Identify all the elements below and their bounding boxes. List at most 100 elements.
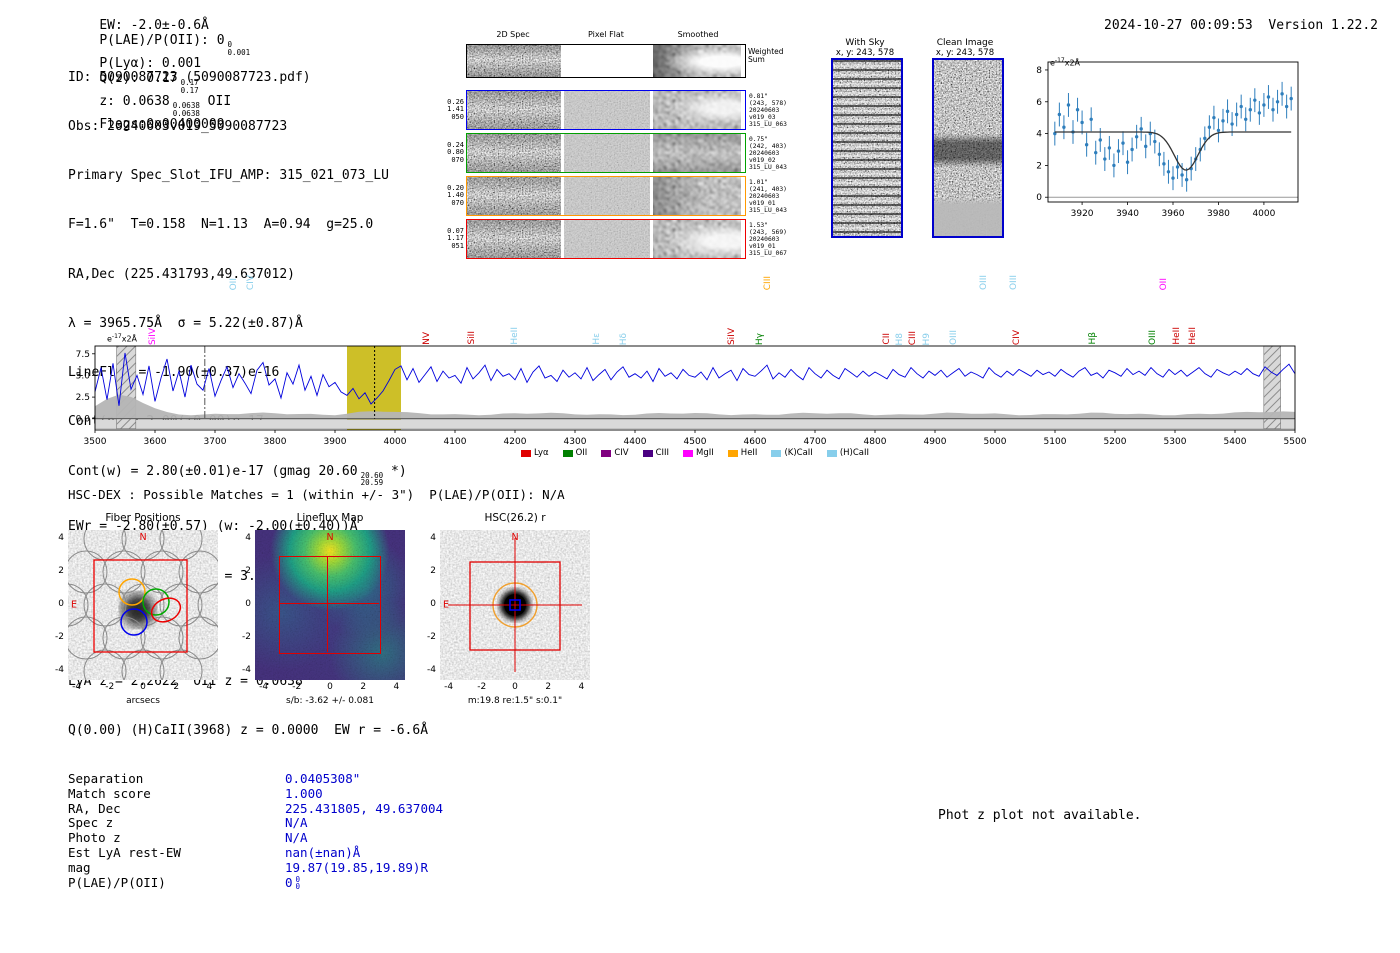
col-header-smoothed: Smoothed	[677, 30, 719, 39]
svg-text:3700: 3700	[204, 437, 227, 447]
svg-text:4700: 4700	[804, 437, 827, 447]
weighted-2dspec-image	[467, 45, 561, 77]
y-tick: 2	[58, 565, 64, 576]
east-indicator: E	[443, 599, 450, 611]
match-label: Photo z	[68, 830, 121, 846]
match-row: Spec z N/A	[68, 816, 443, 831]
spec2d-fiber-rows: 0.26 1.41 050 0.81" (243, 578) 20240603 v019_0…	[441, 90, 787, 262]
fiber-positions-image: N E	[68, 530, 218, 680]
fiber-row-box	[466, 219, 746, 259]
match-value: 0	[285, 874, 293, 890]
unit-rest: x2Å	[1064, 58, 1081, 68]
legend-label: CIII	[655, 448, 670, 458]
match-row: Est LyA rest-EW nan(±nan)Å	[68, 845, 443, 861]
match-value: 1.000	[285, 785, 323, 801]
y-tick: 4	[58, 532, 64, 543]
spectrum-legend: Lyα OII CIV CIII MgII HeII (K)CaII (H)CaII	[95, 448, 1295, 458]
smoothed-overlay	[653, 134, 741, 172]
panel-title: Lineflux Map	[296, 512, 364, 524]
svg-text:3980: 3980	[1207, 209, 1230, 219]
x-tick: 2	[173, 682, 180, 692]
header-timestamp: 2024-10-27 00:09:53 Version 1.22.2	[1073, 3, 1378, 48]
x-tick: -2	[477, 682, 487, 692]
fiber-row-annotation: 1.53" (243, 569) 20240603 v019_01 315_LU_067	[749, 222, 787, 257]
legend-label: (H)CaII	[839, 448, 869, 458]
pixelflat-image	[564, 220, 650, 258]
match-value: N/A	[285, 830, 308, 846]
annotation-line: 1.01"	[749, 178, 768, 186]
info-line-primary: Primary Spec_Slot_IFU_AMP: 315_021_073_L…	[68, 168, 389, 184]
match-row: P(LAE)/P(OII) 0 0 0	[68, 874, 443, 892]
info-line-id: ID: 5090087723 (5090087723.pdf)	[68, 69, 311, 85]
y-tick: 2	[430, 565, 436, 576]
x-tick: -4	[72, 682, 82, 692]
crosshair-vertical	[327, 556, 328, 652]
crosshair-horizontal	[279, 603, 379, 604]
x-tick: 4	[578, 682, 585, 692]
col-header-2dspec: 2D Spec	[496, 30, 530, 39]
svg-text:6: 6	[1036, 98, 1042, 108]
legend-swatch	[642, 449, 653, 457]
clean-image	[932, 58, 1004, 238]
catalog-match-table: Separation 0.0405308" Match score 1.000 RA, …	[68, 771, 443, 892]
y-tick: 2	[245, 565, 251, 576]
svg-text:4100: 4100	[444, 437, 467, 447]
sub: 0	[295, 882, 301, 892]
full-spectrum-plot: 0.0 2.5 5.0 7.5 3500 3600 3700 3800 3900 4000 4100…	[76, 345, 1307, 447]
fiber-positions-panel: Fiber Positions N E -4 -2 0 2 4 -4 -2 0 2 4 arcs…	[48, 512, 238, 717]
y-axis-ticks: -4 -2 0 2 4	[235, 530, 253, 680]
y-tick: -4	[427, 665, 436, 676]
match-label: Spec z	[68, 815, 114, 831]
svg-text:5000: 5000	[984, 437, 1007, 447]
panel-title: HSC(26.2) r	[484, 512, 546, 524]
legend-item: HeII	[727, 448, 757, 458]
smoothed-overlay	[653, 220, 741, 258]
legend-item: (H)CaII	[826, 448, 869, 458]
y-axis-ticks: -4 -2 0 2 4	[420, 530, 438, 680]
legend-swatch	[562, 449, 573, 457]
legend-swatch	[601, 449, 612, 457]
annotation-line: (241, 403)	[749, 185, 787, 193]
y-tick: 0	[430, 599, 436, 609]
hsc-dex-match-line: HSC-DEX : Possible Matches = 1 (within +…	[68, 487, 565, 502]
spec2d-row: 0.07 1.17 051 1.53" (243, 569) 20240603 v019_0…	[441, 219, 787, 259]
pixelflat-image	[564, 91, 650, 129]
fiber-row-annotation: 1.01" (241, 403) 20240603 v019_01 315_LU_043	[749, 179, 787, 214]
weighted-label-line2: Sum	[748, 55, 765, 64]
fiber-row-weights: 0.26 1.41 050	[441, 98, 464, 122]
svg-text:2.5: 2.5	[76, 393, 90, 403]
info-line-obs: Obs: 20240603v019_5090087723	[68, 119, 288, 135]
x-tick: -4	[259, 682, 269, 692]
spec2d-image	[467, 177, 561, 215]
x-axis-ticks: -4 -2 0 2 4	[68, 682, 218, 694]
pixelflat-image	[564, 134, 650, 172]
svg-text:5500: 5500	[1284, 437, 1307, 447]
annotation-line: v019_01	[749, 242, 776, 250]
y-tick: 0	[58, 599, 64, 609]
aperture-box	[279, 556, 381, 654]
annotation-line: 315_LU_043	[749, 163, 787, 171]
svg-text:3940: 3940	[1116, 209, 1139, 219]
x-tick: 0	[140, 682, 146, 692]
fiber-row-box	[466, 133, 746, 173]
spec2d-image	[467, 134, 561, 172]
svg-text:4: 4	[1036, 130, 1042, 140]
annotation-line: (243, 578)	[749, 99, 787, 107]
svg-text:5.0: 5.0	[76, 371, 91, 381]
svg-text:3960: 3960	[1162, 209, 1185, 219]
hsc-r-image: N E	[440, 530, 590, 680]
zoom-flux-units: e-17x2Å	[1050, 57, 1080, 68]
svg-text:5400: 5400	[1224, 437, 1247, 447]
weight-value: 070	[451, 155, 464, 164]
x-tick: -4	[444, 682, 454, 692]
weight-value: 051	[451, 241, 464, 250]
sub: 20.59	[360, 478, 384, 488]
hsc-r-panel: HSC(26.2) r N E -4 -2 0 2 4 -4 -2 0 2 4 m:19.8 r…	[420, 512, 610, 717]
svg-text:7.5: 7.5	[76, 350, 90, 360]
spec2d-image	[467, 91, 561, 129]
legend-swatch	[521, 449, 531, 457]
emission-label-oiii: OIII	[1009, 274, 1019, 290]
svg-text:4000: 4000	[1252, 209, 1275, 219]
svg-text:8: 8	[1036, 66, 1042, 76]
